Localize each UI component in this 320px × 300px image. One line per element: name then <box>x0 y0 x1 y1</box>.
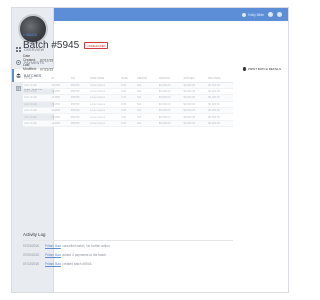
page-header: Batch #5945 UNRELEASED <box>23 40 109 51</box>
batch-table: PAYEE ID TIN 1099 NAME RATE PERIOD AMOUN… <box>23 75 233 128</box>
log-entry: 07/12/2015 Pritam Baa created batch #5945. <box>23 259 233 268</box>
column-header[interactable]: ID <box>50 75 70 83</box>
column-header[interactable]: BALANCE <box>207 75 233 83</box>
table-cell: $0,000.00 <box>157 120 183 128</box>
log-user-link[interactable]: Pritam Baa <box>45 244 61 248</box>
table-cell: John Smith <box>23 120 51 128</box>
column-header[interactable]: RATE <box>120 75 137 83</box>
modified-row: Last Modified: 07/23/15 <box>23 63 53 72</box>
user-name: Kelly Mbie <box>248 12 264 17</box>
activity-log-title: Activity Log <box>23 232 233 241</box>
log-text: created batch #5945. <box>62 261 93 266</box>
log-user-link[interactable]: Pritam Baa <box>45 262 61 266</box>
column-header[interactable]: AMOUNT <box>157 75 183 83</box>
settings-icon[interactable] <box>277 12 282 17</box>
table-cell: 456789 <box>69 120 90 128</box>
column-header[interactable]: 1099 NAME <box>89 75 121 83</box>
table-cell: 0.00 <box>120 120 137 128</box>
column-header[interactable]: APPLIED <box>182 75 208 83</box>
table-cell: $0,000.00 <box>207 120 233 128</box>
log-date: 07/23/2015 <box>23 243 39 248</box>
print-batch-button[interactable]: PRINT BATCH DETAILS <box>242 67 281 71</box>
modified-label: Last Modified: <box>23 62 37 72</box>
table-cell: Lorem ipsum <box>89 120 121 128</box>
column-header[interactable]: TIN <box>69 75 90 83</box>
log-user-link[interactable]: Pritam Baa <box>45 253 61 257</box>
batches-icon <box>16 73 21 78</box>
modified-value: 07/23/15 <box>39 67 54 72</box>
user-menu[interactable]: Kelly Mbie <box>242 12 264 17</box>
column-header[interactable]: PERIOD <box>136 75 158 83</box>
payments-icon <box>16 60 21 65</box>
grid-icon <box>16 47 21 52</box>
created-label: Date Created: <box>23 54 37 63</box>
created-value: 07/12/15 <box>39 58 54 63</box>
log-entry: 07/23/2015 Pritam Baa cancelled batch. No … <box>23 241 233 250</box>
created-row: Date Created: 07/12/15 <box>23 54 53 63</box>
table-cell: N/A <box>136 120 158 128</box>
reports-icon <box>16 86 21 91</box>
activity-log: Activity Log 07/23/2015 Pritam Baa cancell… <box>23 232 233 268</box>
table-cell: 123456 <box>50 120 70 128</box>
print-label: PRINT BATCH DETAILS <box>248 67 281 71</box>
log-date: 07/12/2015 <box>23 261 39 266</box>
status-badge: UNRELEASED <box>84 42 109 49</box>
log-text: cancelled batch. No further action. <box>62 243 111 248</box>
table-cell: $0,000.00 <box>182 120 208 128</box>
log-date: 07/20/2015 <box>23 252 39 257</box>
app-window: OVERVIEW PAYMENTS BATCHES REPORTS Kelly … <box>11 7 289 293</box>
table-row[interactable]: John Smith 123456 456789 Lorem ipsum 0.00 N/A… <box>23 120 233 128</box>
page-title: Batch #5945 <box>23 40 80 51</box>
column-header[interactable]: PAYEE <box>23 75 51 83</box>
log-text: added 4 payments to the batch. <box>62 252 107 257</box>
back-link[interactable]: « BACK <box>23 32 37 37</box>
log-entry: 07/20/2015 Pritam Baa added 4 payments to … <box>23 250 233 259</box>
user-icon <box>242 12 247 17</box>
table-header-row: PAYEE ID TIN 1099 NAME RATE PERIOD AMOUN… <box>23 75 233 83</box>
top-bar: Kelly Mbie <box>54 8 288 21</box>
print-icon <box>242 67 247 71</box>
batch-meta: Date Created: 07/12/15 Last Modified: 07… <box>23 54 53 72</box>
notifications-icon[interactable] <box>268 12 273 17</box>
